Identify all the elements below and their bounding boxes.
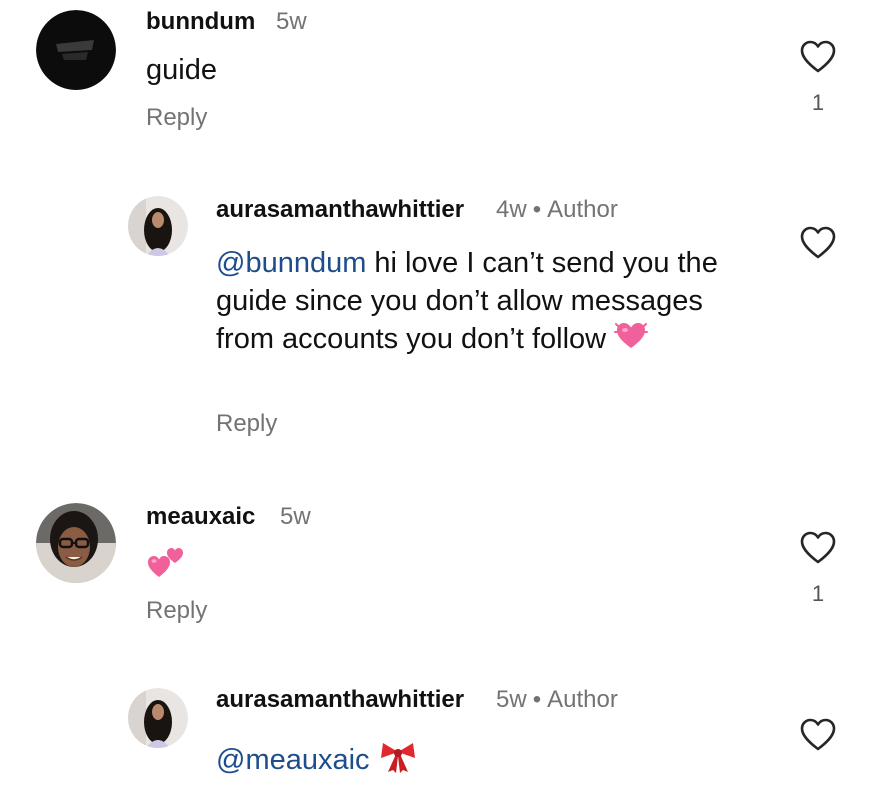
author-badge: Author [547,196,618,223]
like-count: 1 [811,581,825,606]
ribbon-emoji [378,738,418,785]
comment-reply: aurasamanthawhittier 4w • Author @bunndum … [0,180,880,450]
separator-dot: • [532,686,542,713]
comment-meta: 4w • Author [496,196,618,224]
comment-text: guide [146,54,217,86]
comment-username[interactable]: aurasamanthawhittier [216,686,464,714]
reply-button[interactable]: Reply [146,104,207,132]
comment: bunndum 5w guide Reply 1 [0,0,880,150]
avatar[interactable] [128,688,188,748]
avatar-image [128,688,188,748]
comment-username[interactable]: aurasamanthawhittier [216,196,464,224]
mention-link[interactable]: @bunndum [216,247,366,279]
comment-reply: aurasamanthawhittier 5w • Author @meauxaic [0,672,880,790]
two-hearts-emoji [146,543,186,590]
comment-timestamp: 5w [496,686,527,713]
comment-meta: 5w • Author [496,686,618,714]
like-heart-icon[interactable] [800,226,836,260]
avatar-image [128,196,188,256]
mention-link[interactable]: @meauxaic [216,744,370,776]
like-count: 1 [811,90,825,115]
comment-text [146,543,186,590]
comment-timestamp: 5w [276,8,307,35]
comment-text: @bunndum hi love I can’t send you the gu… [216,245,736,361]
like-heart-icon[interactable] [800,531,836,565]
avatar[interactable] [128,196,188,256]
comment: meauxaic 5w Reply 1 [0,495,880,635]
reply-button[interactable]: Reply [146,597,207,625]
comment-text: @meauxaic [216,738,418,785]
comment-username[interactable]: bunndum [146,8,255,36]
author-badge: Author [547,686,618,713]
avatar-image [36,10,116,90]
separator-dot: • [532,196,542,223]
comment-timestamp: 4w [496,196,527,223]
avatar-image [36,503,116,583]
avatar[interactable] [36,503,116,583]
heart-with-ribbon-emoji [614,320,649,361]
avatar[interactable] [36,10,116,90]
comment-timestamp: 5w [280,503,311,530]
like-heart-icon[interactable] [800,40,836,74]
reply-button[interactable]: Reply [216,410,277,438]
like-heart-icon[interactable] [800,718,836,752]
comment-username[interactable]: meauxaic [146,503,255,531]
